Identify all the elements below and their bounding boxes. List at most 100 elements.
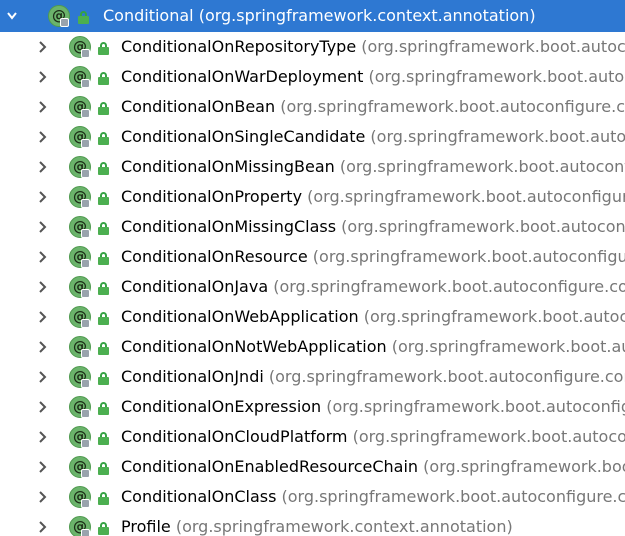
node-package: (org.springframework.boot.autoconfigure.…	[368, 67, 625, 86]
tree-node[interactable]: @ ConditionalOnJava (org.springframework.…	[0, 272, 625, 302]
tree-node[interactable]: @ ConditionalOnWebApplication (org.spring…	[0, 302, 625, 332]
expand-arrow-icon[interactable]	[33, 212, 53, 242]
lock-icon	[98, 282, 109, 295]
expand-arrow-icon[interactable]	[33, 182, 53, 212]
tree-node-label: ConditionalOnClass (org.springframework.…	[121, 482, 625, 512]
expand-arrow-icon[interactable]	[33, 92, 53, 122]
node-name: ConditionalOnProperty	[121, 187, 303, 206]
annotation-icon: @	[69, 36, 91, 58]
tree-node[interactable]: @ ConditionalOnClass (org.springframework…	[0, 482, 625, 512]
tree-node[interactable]: @ ConditionalOnExpression (org.springfram…	[0, 392, 625, 422]
annotation-icon: @	[69, 336, 91, 358]
tree-node[interactable]: @ ConditionalOnMissingBean (org.springfra…	[0, 152, 625, 182]
lock-icon	[98, 132, 109, 145]
node-package: (org.springframework.boot.autoconfigure.…	[423, 457, 625, 476]
annotation-icon: @	[69, 186, 91, 208]
pin-icon	[81, 469, 90, 478]
annotation-icon: @	[69, 516, 91, 536]
lock-icon	[98, 102, 109, 115]
tree-node-label: ConditionalOnWebApplication (org.springf…	[121, 302, 625, 332]
pin-icon	[81, 259, 90, 268]
node-package: (org.springframework.boot.autoconfigure.…	[363, 307, 625, 326]
tree-node[interactable]: @ ConditionalOnEnabledResourceChain (org.…	[0, 452, 625, 482]
lock-icon	[98, 42, 109, 55]
expand-arrow-icon[interactable]	[2, 0, 22, 32]
expand-arrow-icon[interactable]	[33, 482, 53, 512]
expand-arrow-icon[interactable]	[33, 362, 53, 392]
tree-node-label: ConditionalOnSingleCandidate (org.spring…	[121, 122, 625, 152]
expand-arrow-icon[interactable]	[33, 392, 53, 422]
pin-icon	[81, 139, 90, 148]
expand-arrow-icon[interactable]	[33, 332, 53, 362]
tree-node-label: Conditional (org.springframework.context…	[103, 0, 536, 32]
annotation-icon: @	[48, 5, 70, 27]
pin-icon	[81, 439, 90, 448]
node-name: ConditionalOnMissingClass	[121, 217, 337, 236]
expand-arrow-icon[interactable]	[33, 302, 53, 332]
tree-node[interactable]: @ ConditionalOnNotWebApplication (org.spr…	[0, 332, 625, 362]
pin-icon	[81, 409, 90, 418]
node-name: ConditionalOnBean	[121, 97, 276, 116]
lock-icon	[98, 492, 109, 505]
node-name: ConditionalOnExpression	[121, 397, 322, 416]
annotation-icon: @	[69, 426, 91, 448]
annotation-icon: @	[69, 396, 91, 418]
tree-node-root[interactable]: @ Conditional (org.springframework.conte…	[0, 0, 625, 32]
pin-icon	[81, 199, 90, 208]
expand-arrow-icon[interactable]	[33, 452, 53, 482]
tree-node[interactable]: @ ConditionalOnResource (org.springframew…	[0, 242, 625, 272]
expand-arrow-icon[interactable]	[33, 272, 53, 302]
node-package: (org.springframework.boot.autoconfigure.…	[280, 97, 625, 116]
expand-arrow-icon[interactable]	[33, 422, 53, 452]
tree-node[interactable]: @ ConditionalOnMissingClass (org.springfr…	[0, 212, 625, 242]
node-name: ConditionalOnClass	[121, 487, 277, 506]
annotation-icon: @	[69, 246, 91, 268]
annotation-icon: @	[69, 96, 91, 118]
expand-arrow-icon[interactable]	[33, 62, 53, 92]
tree-node-label: Profile (org.springframework.context.ann…	[121, 512, 513, 536]
tree-node[interactable]: @ ConditionalOnProperty (org.springframew…	[0, 182, 625, 212]
node-name: ConditionalOnCloudPlatform	[121, 427, 348, 446]
expand-arrow-icon[interactable]	[33, 122, 53, 152]
node-package: (org.springframework.boot.autoconfigure.…	[326, 397, 625, 416]
tree-node[interactable]: @ ConditionalOnSingleCandidate (org.sprin…	[0, 122, 625, 152]
tree-node-label: ConditionalOnMissingBean (org.springfram…	[121, 152, 625, 182]
tree-node-label: ConditionalOnRepositoryType (org.springf…	[121, 32, 625, 62]
tree-node[interactable]: @ ConditionalOnWarDeployment (org.springf…	[0, 62, 625, 92]
annotation-icon: @	[69, 276, 91, 298]
node-package: (org.springframework.boot.autoconfigure.…	[370, 127, 625, 146]
lock-icon	[98, 192, 109, 205]
expand-arrow-icon[interactable]	[33, 152, 53, 182]
tree-node-label: ConditionalOnBean (org.springframework.b…	[121, 92, 625, 122]
node-package: (org.springframework.boot.autoconfigure.…	[341, 217, 625, 236]
lock-icon	[98, 222, 109, 235]
tree-node[interactable]: @ ConditionalOnRepositoryType (org.spring…	[0, 32, 625, 62]
pin-icon	[81, 319, 90, 328]
node-name: ConditionalOnSingleCandidate	[121, 127, 366, 146]
tree-node[interactable]: @ ConditionalOnBean (org.springframework.…	[0, 92, 625, 122]
node-name: ConditionalOnWarDeployment	[121, 67, 364, 86]
lock-icon	[98, 252, 109, 265]
tree-node[interactable]: @ Profile (org.springframework.context.an…	[0, 512, 625, 536]
annotation-icon: @	[69, 366, 91, 388]
tree-node[interactable]: @ ConditionalOnJndi (org.springframework.…	[0, 362, 625, 392]
node-package: (org.springframework.context.annotation)	[170, 517, 513, 536]
lock-icon	[98, 522, 109, 535]
tree-node[interactable]: @ ConditionalOnCloudPlatform (org.springf…	[0, 422, 625, 452]
lock-icon	[98, 372, 109, 385]
lock-icon	[98, 342, 109, 355]
expand-arrow-icon[interactable]	[33, 32, 53, 62]
expand-arrow-icon[interactable]	[33, 512, 53, 536]
tree-node-label: ConditionalOnNotWebApplication (org.spri…	[121, 332, 625, 362]
node-package: (org.springframework.boot.autoconfigure.…	[339, 157, 625, 176]
tree-node-label: ConditionalOnWarDeployment (org.springfr…	[121, 62, 625, 92]
pin-icon	[81, 499, 90, 508]
pin-icon	[81, 229, 90, 238]
node-name: Conditional	[103, 6, 194, 25]
expand-arrow-icon[interactable]	[33, 242, 53, 272]
pin-icon	[60, 18, 69, 27]
pin-icon	[81, 289, 90, 298]
node-package: (org.springframework.boot.autoconfigure.…	[361, 37, 625, 56]
pin-icon	[81, 379, 90, 388]
tree-node-label: ConditionalOnExpression (org.springframe…	[121, 392, 625, 422]
